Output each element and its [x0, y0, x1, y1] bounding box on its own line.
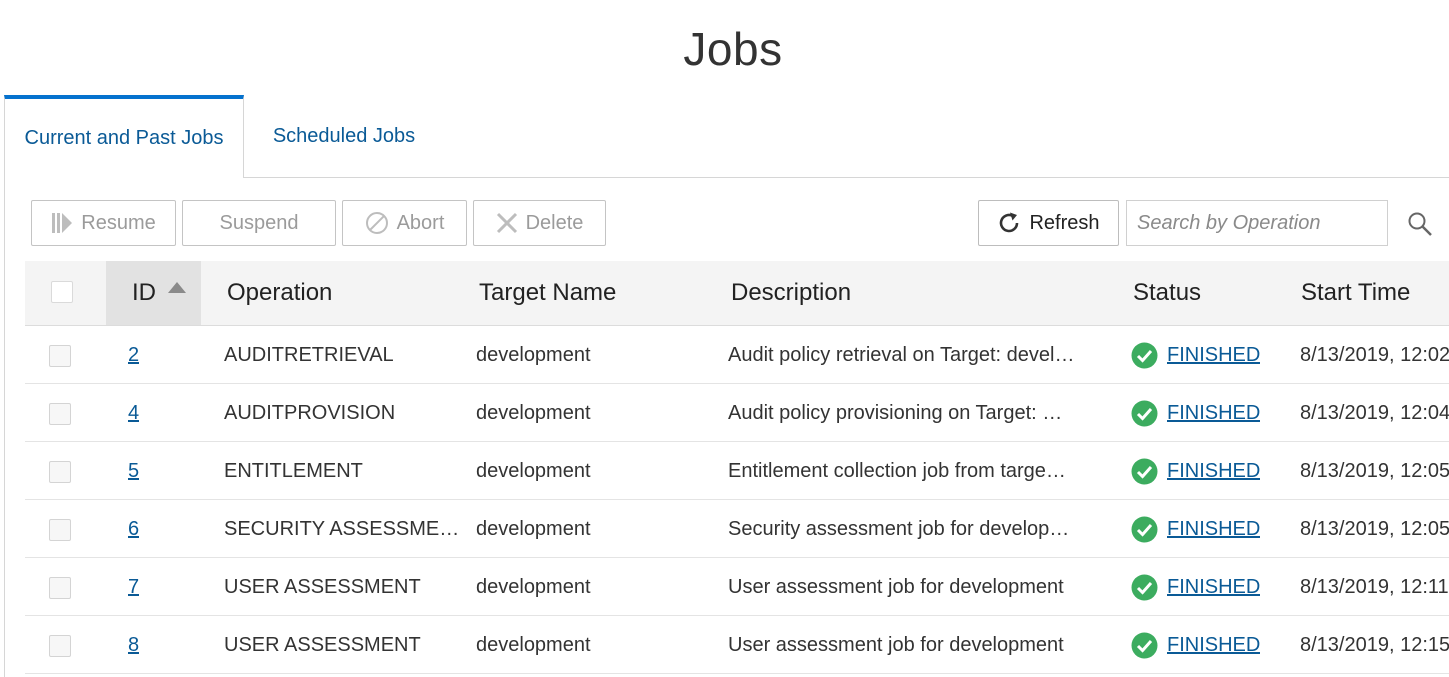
target-cell: development: [476, 633, 591, 656]
column-header-start-time[interactable]: Start Time: [1301, 261, 1410, 325]
search-icon[interactable]: [1406, 210, 1434, 238]
tab-bar: Current and Past Jobs Scheduled Jobs: [4, 95, 1449, 178]
table-row[interactable]: 6 SECURITY ASSESSME… development Securit…: [25, 500, 1449, 558]
start-time-cell: 8/13/2019, 12:05: [1300, 517, 1449, 540]
status-cell: FINISHED: [1131, 442, 1260, 500]
success-check-icon: [1131, 342, 1158, 369]
status-link[interactable]: FINISHED: [1167, 576, 1260, 599]
description-cell: Audit policy provisioning on Target: …: [728, 401, 1063, 424]
table-row[interactable]: 8 USER ASSESSMENT development User asses…: [25, 616, 1449, 674]
target-cell: development: [476, 459, 591, 482]
refresh-icon: [997, 211, 1021, 235]
column-header-operation[interactable]: Operation: [227, 261, 332, 325]
table-row[interactable]: 2 AUDITRETRIEVAL development Audit polic…: [25, 326, 1449, 384]
description-cell: Audit policy retrieval on Target: devel…: [728, 343, 1075, 366]
row-checkbox[interactable]: [49, 519, 71, 541]
status-link[interactable]: FINISHED: [1167, 460, 1260, 483]
sort-ascending-icon[interactable]: [167, 281, 187, 300]
column-header-target-name[interactable]: Target Name: [479, 261, 616, 325]
success-check-icon: [1131, 574, 1158, 601]
column-header-description[interactable]: Description: [731, 261, 851, 325]
refresh-button[interactable]: Refresh: [978, 200, 1119, 246]
start-time-cell: 8/13/2019, 12:02: [1300, 343, 1449, 366]
resume-button[interactable]: Resume: [31, 200, 176, 246]
status-cell: FINISHED: [1131, 558, 1260, 616]
target-cell: development: [476, 401, 591, 424]
start-time-cell: 8/13/2019, 12:04: [1300, 401, 1449, 424]
success-check-icon: [1131, 632, 1158, 659]
target-cell: development: [476, 517, 591, 540]
status-link[interactable]: FINISHED: [1167, 634, 1260, 657]
job-id-link[interactable]: 4: [128, 402, 139, 425]
description-cell: Security assessment job for develop…: [728, 517, 1070, 540]
operation-cell: USER ASSESSMENT: [224, 575, 421, 598]
description-cell: User assessment job for development: [728, 633, 1064, 656]
status-link[interactable]: FINISHED: [1167, 518, 1260, 541]
search-input[interactable]: [1126, 200, 1388, 246]
delete-button[interactable]: Delete: [473, 200, 606, 246]
abort-icon: [365, 211, 389, 235]
row-checkbox[interactable]: [49, 345, 71, 367]
description-cell: User assessment job for development: [728, 575, 1064, 598]
select-all-checkbox[interactable]: [51, 281, 73, 303]
start-time-cell: 8/13/2019, 12:15: [1300, 633, 1449, 656]
target-cell: development: [476, 575, 591, 598]
row-checkbox[interactable]: [49, 403, 71, 425]
target-cell: development: [476, 343, 591, 366]
operation-cell: AUDITRETRIEVAL: [224, 343, 394, 366]
page-title: Jobs: [683, 23, 783, 75]
row-checkbox[interactable]: [49, 461, 71, 483]
delete-label: Delete: [525, 211, 584, 234]
resume-label: Resume: [81, 211, 156, 234]
status-link[interactable]: FINISHED: [1167, 344, 1260, 367]
row-checkbox[interactable]: [49, 635, 71, 657]
column-header-id[interactable]: ID: [132, 261, 156, 325]
job-id-link[interactable]: 8: [128, 634, 139, 657]
job-id-link[interactable]: 2: [128, 344, 139, 367]
operation-cell: SECURITY ASSESSME…: [224, 517, 460, 540]
operation-cell: USER ASSESSMENT: [224, 633, 421, 656]
status-link[interactable]: FINISHED: [1167, 402, 1260, 425]
tab-current-and-past-jobs[interactable]: Current and Past Jobs: [4, 95, 244, 178]
operation-cell: ENTITLEMENT: [224, 459, 363, 482]
suspend-label: Suspend: [219, 211, 299, 234]
status-cell: FINISHED: [1131, 326, 1260, 384]
operation-cell: AUDITPROVISION: [224, 401, 396, 424]
success-check-icon: [1131, 400, 1158, 427]
table-row[interactable]: 4 AUDITPROVISION development Audit polic…: [25, 384, 1449, 442]
start-time-cell: 8/13/2019, 12:11: [1300, 575, 1449, 598]
job-id-link[interactable]: 5: [128, 460, 139, 483]
tab-scheduled-jobs[interactable]: Scheduled Jobs: [248, 95, 440, 177]
delete-x-icon: [496, 212, 518, 234]
success-check-icon: [1131, 458, 1158, 485]
status-cell: FINISHED: [1131, 616, 1260, 674]
resume-icon: [51, 211, 73, 235]
description-cell: Entitlement collection job from targe…: [728, 459, 1066, 482]
start-time-cell: 8/13/2019, 12:05: [1300, 459, 1449, 482]
status-cell: FINISHED: [1131, 384, 1260, 442]
success-check-icon: [1131, 516, 1158, 543]
status-cell: FINISHED: [1131, 500, 1260, 558]
column-header-id-label: ID: [132, 279, 156, 306]
table-header: ID Operation Target Name Description Sta…: [25, 261, 1449, 326]
table-row[interactable]: 7 USER ASSESSMENT development User asses…: [25, 558, 1449, 616]
table-row[interactable]: 5 ENTITLEMENT development Entitlement co…: [25, 442, 1449, 500]
refresh-label: Refresh: [1029, 211, 1100, 234]
abort-button[interactable]: Abort: [342, 200, 467, 246]
job-id-link[interactable]: 7: [128, 576, 139, 599]
job-id-link[interactable]: 6: [128, 518, 139, 541]
column-header-status[interactable]: Status: [1133, 261, 1201, 325]
row-checkbox[interactable]: [49, 577, 71, 599]
suspend-button[interactable]: Suspend: [182, 200, 336, 246]
abort-label: Abort: [396, 211, 445, 234]
